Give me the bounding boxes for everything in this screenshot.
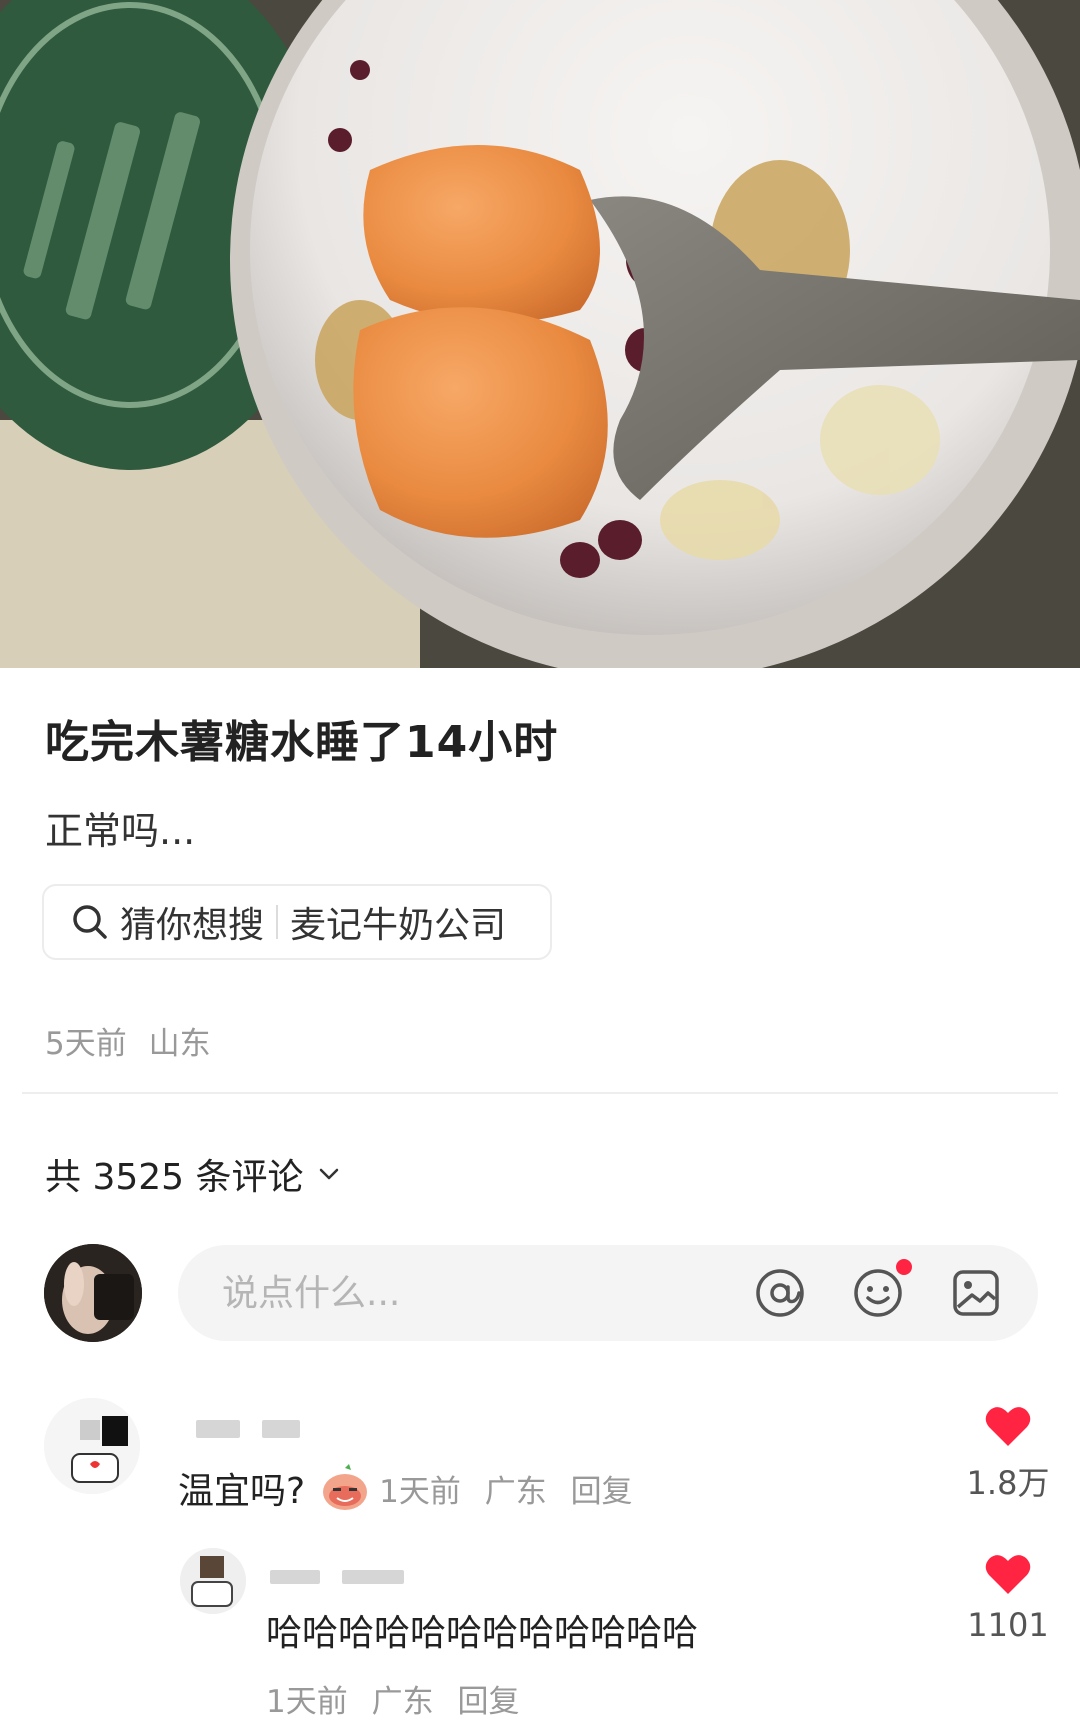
commenter-avatar[interactable]: [44, 1398, 140, 1494]
commenter-avatar-image: [44, 1398, 140, 1494]
search-chip-lead: 猜你想搜: [120, 905, 265, 946]
chevron-down-icon: [319, 1168, 338, 1180]
reply-like-count: 1101: [967, 1606, 1049, 1644]
comment-row: 温宜吗? 1天前 广东 回复: [178, 1462, 633, 1514]
reply-button[interactable]: 回复: [571, 1474, 633, 1510]
post-title: 吃完木薯糖水睡了14小时: [45, 717, 559, 768]
reply-row: 哈哈哈哈哈哈哈哈哈哈哈哈: [266, 1604, 698, 1656]
reply-location: 广东: [371, 1684, 434, 1720]
comment-location: 广东: [484, 1473, 547, 1510]
suggested-search-chip[interactable]: 猜你想搜 麦记牛奶公司: [42, 884, 552, 960]
peach-face-emoji: [323, 1464, 368, 1510]
comment-meta: 1天前 广东 回复: [379, 1466, 632, 1511]
post-body: 正常吗...: [45, 809, 196, 853]
post-meta: 5天前 山东: [45, 1018, 211, 1063]
user-avatar-image: [44, 1244, 142, 1342]
post-location: 山东: [148, 1026, 211, 1062]
reply-time: 1天前: [266, 1684, 348, 1720]
notification-dot: [896, 1259, 912, 1275]
dessert-photo: [0, 0, 1080, 668]
emoji-button[interactable]: [850, 1259, 912, 1321]
commenter-name-redacted[interactable]: [196, 1420, 300, 1438]
image-button[interactable]: [948, 1265, 1004, 1321]
comment-time: 1天前: [379, 1473, 461, 1510]
image-icon: [953, 1270, 999, 1316]
search-chip-separator: [276, 905, 279, 939]
reply-meta: 1天前 广东 回复: [266, 1676, 519, 1721]
divider: [22, 1092, 1058, 1094]
at-icon: [756, 1269, 804, 1317]
search-icon: [73, 905, 107, 939]
post-time: 5天前: [45, 1026, 127, 1062]
reply-text: 哈哈哈哈哈哈哈哈哈哈哈哈: [266, 1613, 699, 1654]
replier-avatar-image: [180, 1548, 246, 1614]
comment-count-sort[interactable]: 共 3525 条评论: [45, 1148, 344, 1200]
search-chip-term: 麦记牛奶公司: [290, 905, 507, 946]
replier-avatar[interactable]: [180, 1548, 246, 1614]
heart-icon: [985, 1555, 1031, 1594]
reply-like-button[interactable]: 1101: [948, 1552, 1068, 1644]
comment-input-box[interactable]: [178, 1245, 1038, 1341]
replier-name-redacted[interactable]: [270, 1570, 404, 1584]
comment-count-label: 共 3525 条评论: [45, 1157, 304, 1198]
comment-input[interactable]: [222, 1272, 722, 1314]
post-image[interactable]: [0, 0, 1080, 668]
comment-input-tools: [752, 1259, 1004, 1321]
heart-icon: [985, 1407, 1031, 1446]
mention-button[interactable]: [752, 1265, 808, 1321]
like-button[interactable]: 1.8万: [948, 1404, 1068, 1504]
reply-button[interactable]: 回复: [457, 1684, 519, 1720]
like-count: 1.8万: [966, 1464, 1050, 1502]
avatar[interactable]: [44, 1244, 142, 1342]
comment-text: 温宜吗?: [178, 1471, 306, 1512]
emoji-icon: [854, 1269, 902, 1317]
